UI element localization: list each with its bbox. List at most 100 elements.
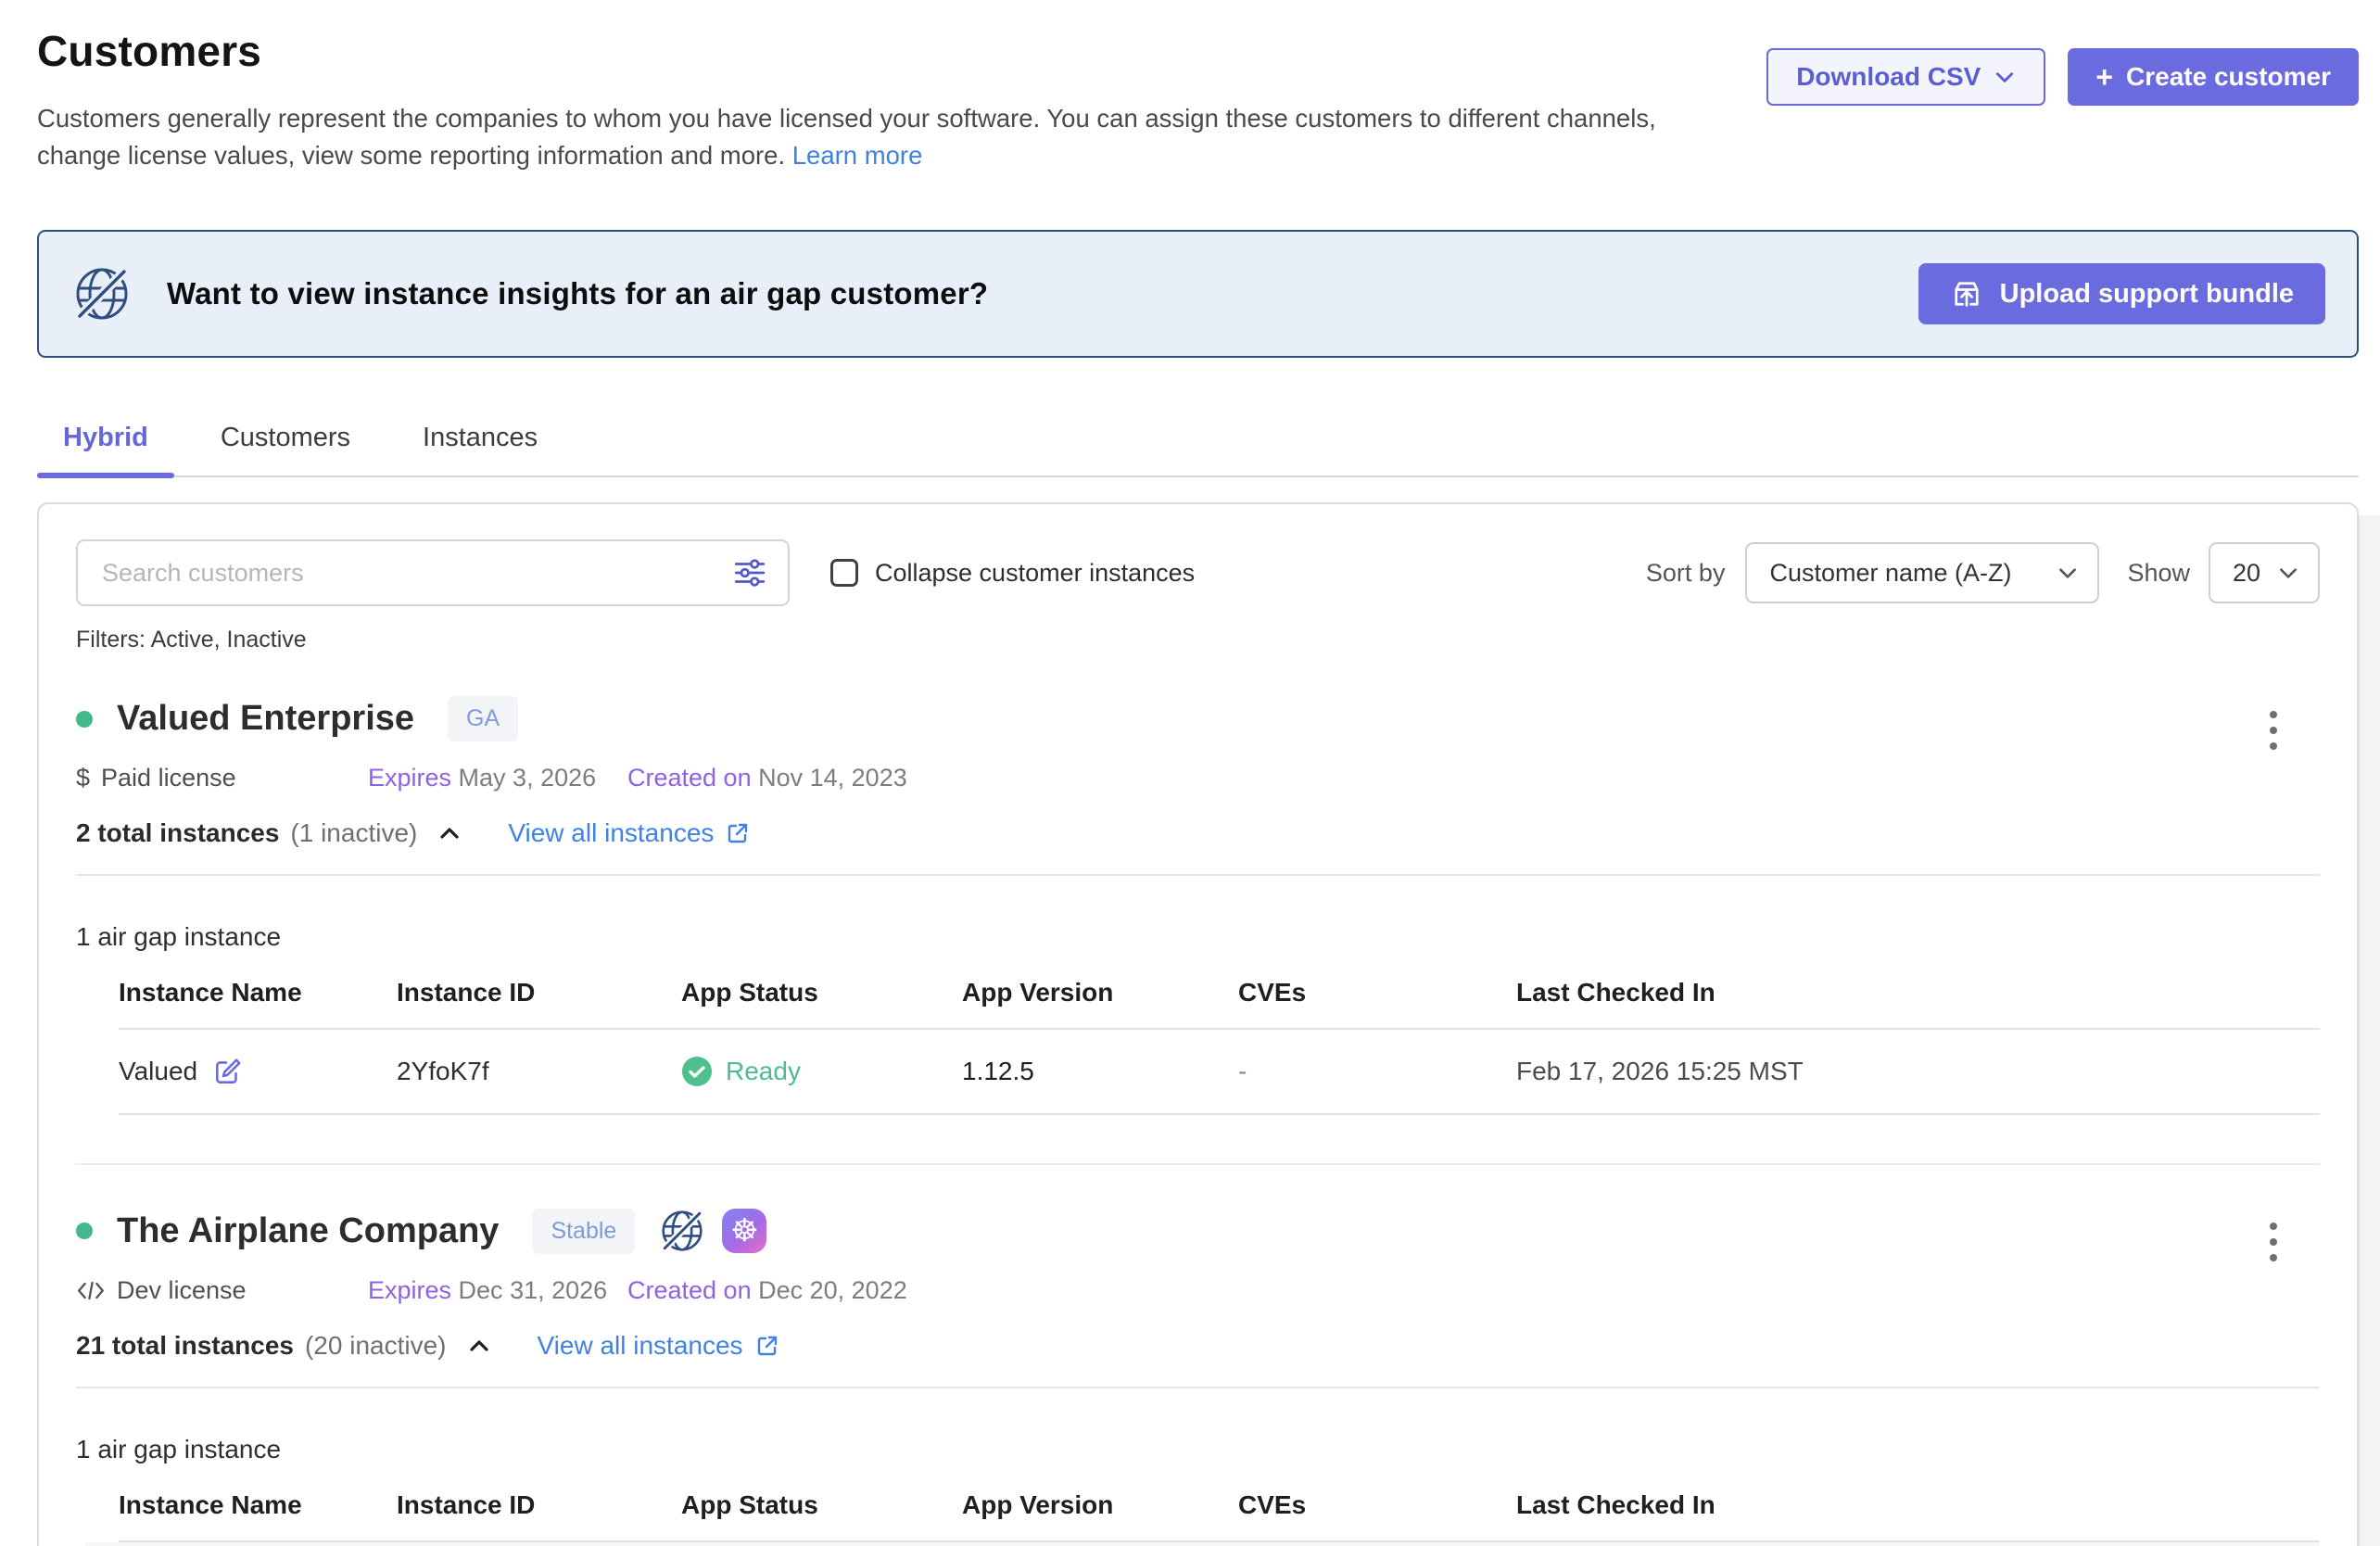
code-icon [76, 1278, 106, 1303]
tab-instances[interactable]: Instances [397, 423, 563, 475]
col-last-checked-in: Last Checked In [1516, 978, 2320, 1007]
show-value: 20 [2233, 559, 2260, 588]
dollar-icon: $ [76, 764, 90, 792]
active-status-dot [76, 711, 93, 728]
app-version-value: 1.12.5 [962, 1057, 1238, 1086]
banner-title: Want to view instance insights for an ai… [167, 276, 1918, 311]
instance-table-row: Valued 2YfoK7f Ready [119, 1030, 2320, 1115]
license-type-label: Dev license [117, 1276, 247, 1305]
col-app-version: App Version [962, 1490, 1238, 1520]
instance-id: 2YfoK7f [397, 1057, 681, 1086]
tab-hybrid[interactable]: Hybrid [37, 423, 174, 475]
last-checked-in-value: Feb 17, 2026 15:25 MST [1516, 1057, 2320, 1086]
chevron-down-icon [1994, 66, 2016, 88]
search-input[interactable] [102, 559, 732, 588]
upload-bundle-label: Upload support bundle [2000, 279, 2294, 310]
created-label: Created on [627, 1276, 752, 1304]
customer-section-valued-enterprise: Valued Enterprise GA $ Paid license Expi… [76, 653, 2320, 1165]
instance-table-header: Instance Name Instance ID App Status App… [119, 978, 2320, 1030]
col-app-status: App Status [681, 1490, 962, 1520]
external-link-icon [754, 1333, 780, 1359]
chevron-down-icon [2057, 562, 2079, 584]
col-app-version: App Version [962, 978, 1238, 1007]
external-link-icon [725, 820, 751, 846]
channel-badge: GA [448, 696, 518, 741]
col-app-status: App Status [681, 978, 962, 1007]
tab-instances-label: Instances [423, 423, 538, 452]
show-label: Show [2127, 559, 2190, 588]
upload-support-bundle-button[interactable]: Upload support bundle [1918, 263, 2325, 324]
customers-card: Collapse customer instances Sort by Cust… [37, 502, 2359, 1546]
divider [76, 874, 2320, 876]
plus-icon: + [2095, 62, 2113, 92]
create-customer-button[interactable]: + Create customer [2068, 48, 2359, 106]
download-csv-button[interactable]: Download CSV [1766, 48, 2045, 106]
created-on: Created on Nov 14, 2023 [627, 764, 907, 792]
license-type-label: Paid license [101, 764, 236, 792]
edit-instance-icon[interactable] [212, 1056, 244, 1087]
license-expiry: Expires May 3, 2026 [368, 764, 627, 792]
airgap-banner: Want to view instance insights for an ai… [37, 230, 2359, 358]
view-all-instances-link[interactable]: View all instances [538, 1331, 780, 1361]
created-on: Created on Dec 20, 2022 [627, 1276, 907, 1305]
total-instances: 2 total instances [76, 818, 279, 848]
col-cves: CVEs [1238, 978, 1516, 1007]
tab-bar: Hybrid Customers Instances [37, 423, 2359, 477]
kebab-menu-icon[interactable] [2264, 705, 2283, 755]
inactive-instances: (1 inactive) [290, 818, 417, 848]
sort-by-value: Customer name (A-Z) [1769, 559, 2011, 588]
show-select[interactable]: 20 [2209, 542, 2320, 603]
customer-section-airplane-company: The Airplane Company Stable [76, 1165, 2320, 1546]
customer-name[interactable]: Valued Enterprise [117, 699, 414, 739]
airgap-globe-icon [72, 264, 132, 323]
expires-value: Dec 31, 2026 [459, 1276, 608, 1304]
collapse-section-chevron-up-icon[interactable] [467, 1336, 491, 1356]
inactive-instances: (20 inactive) [305, 1331, 447, 1361]
active-status-dot [76, 1223, 93, 1239]
scrollbar-track[interactable] [2359, 515, 2380, 1546]
chevron-down-icon [2277, 562, 2299, 584]
kubernetes-wheel-glyph: ☸ [730, 1215, 758, 1247]
ready-check-icon [681, 1056, 713, 1087]
page-title: Customers [37, 26, 1766, 76]
kubernetes-icon: ☸ [722, 1209, 766, 1253]
license-type: $ Paid license [76, 764, 368, 792]
download-csv-label: Download CSV [1796, 62, 1981, 92]
channel-badge: Stable [532, 1209, 635, 1254]
learn-more-link[interactable]: Learn more [792, 141, 923, 170]
view-all-instances-label: View all instances [538, 1331, 743, 1361]
expires-value: May 3, 2026 [459, 764, 597, 792]
created-label: Created on [627, 764, 752, 792]
collapse-instances-checkbox[interactable] [830, 559, 858, 587]
expires-label: Expires [368, 764, 451, 792]
col-instance-id: Instance ID [397, 978, 681, 1007]
app-status-value: Ready [726, 1057, 801, 1086]
customers-page: Customers Customers generally represent … [0, 0, 2380, 1546]
instance-name: Valued [119, 1057, 197, 1086]
page-description: Customers generally represent the compan… [37, 100, 1715, 174]
sort-by-label: Sort by [1646, 559, 1726, 588]
sort-by-select[interactable]: Customer name (A-Z) [1745, 542, 2099, 603]
upload-bundle-icon [1950, 277, 1983, 310]
instance-table-header: Instance Name Instance ID App Status App… [119, 1490, 2320, 1542]
total-instances: 21 total instances [76, 1331, 294, 1361]
toolbar: Collapse customer instances Sort by Cust… [76, 539, 2320, 606]
view-all-instances-label: View all instances [508, 818, 714, 848]
customer-name[interactable]: The Airplane Company [117, 1211, 499, 1251]
filter-sliders-icon[interactable] [732, 555, 767, 590]
col-instance-id: Instance ID [397, 1490, 681, 1520]
kebab-menu-icon[interactable] [2264, 1217, 2283, 1267]
search-customers-field[interactable] [76, 539, 790, 606]
instance-row-cutoff [85, 1542, 2320, 1546]
cves-value: - [1238, 1057, 1516, 1086]
tab-customers[interactable]: Customers [195, 423, 376, 475]
divider [76, 1387, 2320, 1388]
collapse-section-chevron-up-icon[interactable] [437, 823, 462, 843]
col-instance-name: Instance Name [119, 1490, 397, 1520]
expires-label: Expires [368, 1276, 451, 1304]
airgap-instance-heading: 1 air gap instance [76, 1435, 2320, 1464]
col-instance-name: Instance Name [119, 978, 397, 1007]
tab-customers-label: Customers [221, 423, 350, 452]
license-type: Dev license [76, 1276, 368, 1305]
view-all-instances-link[interactable]: View all instances [508, 818, 751, 848]
